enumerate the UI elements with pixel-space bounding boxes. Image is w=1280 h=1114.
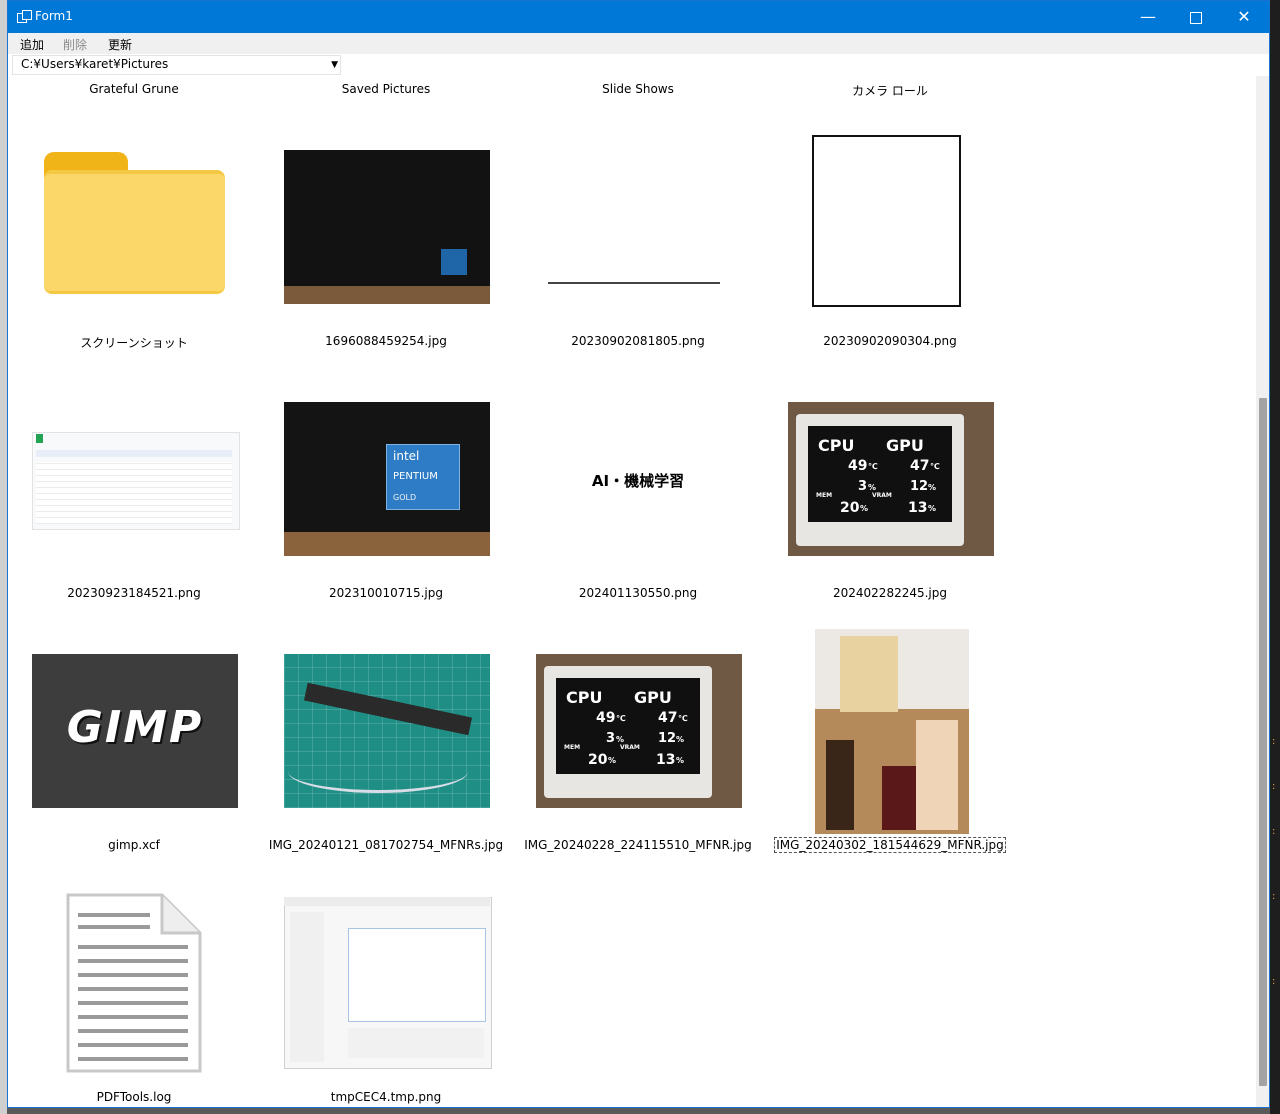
photo-thumbnail bbox=[260, 630, 512, 830]
image-thumbnail: GIMP bbox=[8, 630, 260, 830]
badge-gold: GOLD bbox=[393, 493, 417, 502]
item-label: IMG_20240121_081702754_MFNRs.jpg bbox=[268, 838, 504, 852]
list-item[interactable]: PDFTools.log bbox=[8, 882, 260, 1107]
screenshot-thumbnail bbox=[8, 378, 260, 578]
close-button[interactable]: ✕ bbox=[1221, 1, 1267, 33]
thumb-text: AI・機械学習 bbox=[591, 472, 685, 490]
list-item-folder-name[interactable]: Slide Shows bbox=[512, 82, 764, 96]
badge-intel: intel bbox=[393, 449, 420, 463]
item-label: 20230902090304.png bbox=[823, 334, 957, 348]
list-item[interactable]: GIMP gimp.xcf bbox=[8, 630, 260, 860]
background-window-edge bbox=[0, 0, 7, 1114]
item-label: 20230902081805.png bbox=[571, 334, 705, 348]
list-item[interactable]: スクリーンショット bbox=[8, 126, 260, 356]
item-label: gimp.xcf bbox=[108, 838, 160, 852]
file-list[interactable]: Grateful Grune Saved Pictures Slide Show… bbox=[8, 76, 1255, 1107]
vertical-scrollbar[interactable] bbox=[1256, 76, 1269, 1107]
image-thumbnail: AI・機械学習 bbox=[512, 378, 764, 578]
list-item[interactable]: IMG_20240121_081702754_MFNRs.jpg bbox=[260, 630, 512, 860]
chevron-down-icon[interactable]: ▼ bbox=[331, 56, 338, 74]
form-window: Form1 — ✕ 追加 削除 更新 C:¥Users¥karet¥Pictur… bbox=[7, 0, 1270, 1108]
menu-bar: 追加 削除 更新 bbox=[8, 33, 1269, 54]
image-thumbnail bbox=[512, 126, 764, 326]
list-item[interactable]: IMG_20240302_181544629_MFNR.jpg bbox=[764, 629, 1016, 860]
maximize-button[interactable] bbox=[1173, 1, 1219, 33]
background-window-edge-right: : : : : : bbox=[1270, 0, 1280, 1114]
photo-thumbnail bbox=[260, 126, 512, 326]
minimize-button[interactable]: — bbox=[1125, 1, 1171, 33]
list-item-folder-name[interactable]: Grateful Grune bbox=[8, 82, 260, 96]
list-item[interactable]: AI・機械学習 202401130550.png bbox=[512, 378, 764, 608]
item-label: IMG_20240228_224115510_MFNR.jpg bbox=[524, 838, 752, 852]
badge-pentium: PENTIUM bbox=[393, 471, 438, 482]
list-item-folder-name[interactable]: カメラ ロール bbox=[764, 82, 1016, 99]
list-item-folder-name[interactable]: Saved Pictures bbox=[260, 82, 512, 96]
list-item[interactable]: 20230902090304.png bbox=[764, 126, 1016, 356]
item-label: 20230923184521.png bbox=[67, 586, 201, 600]
photo-thumbnail: CPU GPU 49 ℃ 47 ℃ 3 % 12 % MEM VRAM 20 %… bbox=[764, 378, 1016, 578]
menu-add[interactable]: 追加 bbox=[20, 36, 44, 53]
item-label: スクリーンショット bbox=[80, 336, 188, 350]
item-label: IMG_20240302_181544629_MFNR.jpg bbox=[774, 837, 1006, 853]
list-item[interactable]: CPU GPU 49 ℃ 47 ℃ 3 % 12 % MEM VRAM 20 %… bbox=[512, 630, 764, 860]
screenshot-thumbnail bbox=[260, 882, 512, 1082]
photo-thumbnail: intel PENTIUM GOLD bbox=[260, 378, 512, 578]
title-bar[interactable]: Form1 — ✕ bbox=[8, 1, 1269, 33]
scrollbar-thumb[interactable] bbox=[1259, 398, 1267, 1086]
thumb-text: GIMP bbox=[66, 702, 204, 753]
item-label: 202310010715.jpg bbox=[329, 586, 443, 600]
path-value: C:¥Users¥karet¥Pictures bbox=[21, 57, 169, 71]
list-item[interactable]: intel PENTIUM GOLD 202310010715.jpg bbox=[260, 378, 512, 608]
photo-thumbnail bbox=[764, 629, 1016, 834]
item-label: PDFTools.log bbox=[96, 1090, 172, 1104]
list-item[interactable]: tmpCEC4.tmp.png bbox=[260, 882, 512, 1107]
menu-refresh[interactable]: 更新 bbox=[108, 36, 132, 53]
image-thumbnail bbox=[764, 126, 1016, 326]
window-title: Form1 bbox=[35, 9, 73, 23]
list-item[interactable]: 20230902081805.png bbox=[512, 126, 764, 356]
item-label: 202402282245.jpg bbox=[833, 586, 947, 600]
item-label: 1696088459254.jpg bbox=[325, 334, 447, 348]
list-item[interactable]: 20230923184521.png bbox=[8, 378, 260, 608]
document-icon bbox=[8, 882, 260, 1082]
item-label: tmpCEC4.tmp.png bbox=[330, 1090, 442, 1104]
window-icon bbox=[17, 10, 32, 23]
list-item[interactable]: 1696088459254.jpg bbox=[260, 126, 512, 356]
list-item[interactable]: CPU GPU 49 ℃ 47 ℃ 3 % 12 % MEM VRAM 20 %… bbox=[764, 378, 1016, 608]
menu-delete[interactable]: 削除 bbox=[63, 36, 87, 53]
item-label: 202401130550.png bbox=[578, 586, 698, 600]
photo-thumbnail: CPU GPU 49 ℃ 47 ℃ 3 % 12 % MEM VRAM 20 %… bbox=[512, 630, 764, 830]
folder-icon bbox=[8, 126, 260, 326]
path-combobox[interactable]: C:¥Users¥karet¥Pictures ▼ bbox=[12, 55, 341, 75]
